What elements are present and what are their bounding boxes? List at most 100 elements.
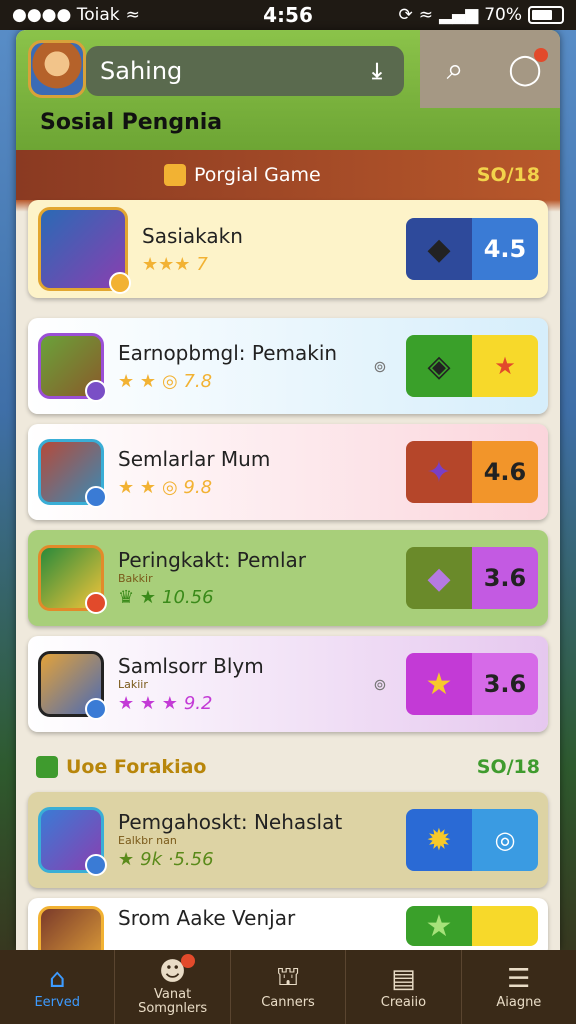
rating-number: 9.2 — [183, 693, 213, 714]
level-badge — [85, 698, 107, 720]
list-item[interactable]: Semlarlar Mum ★ ★ ◎ 9.8 ✦ 4.6 — [28, 424, 548, 520]
battery-icon — [528, 6, 564, 24]
notification-dot — [180, 954, 195, 968]
wifi-icon: ≈ — [125, 5, 140, 25]
star-tile[interactable]: ★ — [472, 335, 538, 397]
list-item[interactable]: Srom Aake Venjar ★ — [28, 898, 548, 950]
sun-icon[interactable]: ✹ — [406, 809, 472, 871]
rating-number: 9k ·5.56 — [140, 849, 214, 870]
list-item[interactable]: Pemgahoskt: Nehaslat Ealkbr nan ★ 9k ·5.5… — [28, 792, 548, 888]
featured-list: Sasiakakn ★★★ 7 ◆ 4.5 — [16, 200, 560, 298]
signal-icon: ▂▄▆ — [438, 5, 479, 25]
pin-icon[interactable]: ⊚ — [368, 675, 392, 694]
profile-avatar[interactable] — [28, 40, 86, 98]
star-icon[interactable]: ★ — [406, 906, 472, 946]
nav-label: Vanat Somgnlers — [138, 987, 208, 1016]
level-badge — [85, 854, 107, 876]
section-header-featured: Porgial Game SO/18 — [16, 150, 560, 200]
nav-label: Canners — [261, 994, 315, 1010]
level-badge — [85, 592, 107, 614]
score-tile[interactable]: 4.6 — [472, 441, 538, 503]
level-badge — [85, 380, 107, 402]
purple-box-icon[interactable]: ◆ — [406, 547, 472, 609]
bottom-nav: ⌂ Eerved ☻ Vanat Somgnlers ⛫ Canners ▤ C… — [0, 950, 576, 1024]
rating-stars: ♛ ★ — [118, 587, 156, 608]
section-label: Uoe Forakiao — [66, 756, 207, 778]
status-bar: ●●●● Toiak ≈ 4:56 ⟳ ≈ ▂▄▆ 70% — [0, 0, 576, 30]
nav-item-home[interactable]: ⌂ Eerved — [0, 950, 116, 1024]
rating-number: ◎ 7.8 — [162, 370, 213, 392]
game-title: Pemgahoskt: Nehaslat — [118, 810, 343, 834]
nav-label: Creaiio — [380, 994, 427, 1010]
nav-item-create[interactable]: ▤ Creaiio — [346, 950, 462, 1024]
action-tiles[interactable]: ★ 3.6 — [406, 653, 538, 715]
list-item[interactable]: Earnopbmgl: Pemakin ★ ★ ◎ 7.8 ⊚ ◈ ★ — [28, 318, 548, 414]
section-label: Porgial Game — [194, 164, 321, 186]
page-title: Sosial Pengnia — [40, 110, 223, 135]
score-tile[interactable]: 4.5 — [472, 218, 538, 280]
rating-stars: ★ ★ — [118, 476, 156, 498]
score-tile[interactable] — [472, 906, 538, 946]
star-box-icon[interactable]: ✦ — [406, 441, 472, 503]
star-icon[interactable]: ★ — [406, 653, 472, 715]
game-thumbnail — [38, 207, 131, 294]
sun-box-icon[interactable]: ◈ — [406, 335, 472, 397]
action-tiles[interactable]: ✹ ◎ — [406, 809, 538, 871]
game-thumbnail — [38, 439, 107, 508]
search-text: Sahing — [100, 57, 183, 85]
nav-item-friends[interactable]: ☻ Vanat Somgnlers — [115, 950, 231, 1024]
nav-label: Eerved — [34, 994, 80, 1010]
rating-number: 7 — [196, 253, 208, 275]
nav-item-more[interactable]: ☰ Aiagne — [462, 950, 576, 1024]
chat-icon[interactable]: ◯ — [506, 48, 548, 88]
action-tiles[interactable]: ◆ 3.6 — [406, 547, 538, 609]
carrier-label: ●●●● Toiak — [12, 5, 120, 25]
pin-icon[interactable]: ⊚ — [368, 357, 392, 376]
rating-stars: ★★★ — [142, 253, 191, 275]
nav-item-games[interactable]: ⛫ Canners — [231, 950, 347, 1024]
search-icon[interactable]: ⌕ — [436, 50, 474, 88]
game-title: Semlarlar Mum — [118, 446, 271, 471]
house-icon: ⛫ — [276, 961, 300, 992]
game-thumbnail — [38, 807, 107, 876]
shield-tile-icon[interactable]: ◎ — [472, 809, 538, 871]
list-item[interactable]: Peringkakt: Pemlar Bakkir ♛ ★ 10.56 ◆ 3.6 — [28, 530, 548, 626]
rating-stars: ★ ★ — [118, 370, 156, 392]
wifi-icon-right: ≈ — [418, 5, 433, 25]
cube-icon — [36, 756, 58, 778]
action-tiles[interactable]: ✦ 4.6 — [406, 441, 538, 503]
game-title: Earnopbmgl: Pemakin — [118, 340, 338, 365]
game-subtitle: Ealkbr nan — [118, 834, 177, 847]
game-title: Sasiakakn — [142, 223, 243, 248]
game-subtitle: Bakkir — [118, 572, 153, 585]
action-tiles[interactable]: ◈ ★ — [406, 335, 538, 397]
game-thumbnail — [38, 545, 107, 614]
list-item[interactable]: Sasiakakn ★★★ 7 ◆ 4.5 — [28, 200, 548, 298]
game-title: Srom Aake Venjar — [118, 906, 296, 930]
section-count: SO/18 — [476, 756, 540, 778]
search-input[interactable]: Sahing ⤓ — [86, 46, 404, 96]
sync-icon: ⟳ — [398, 5, 413, 25]
pink-box-icon[interactable]: ◆ — [406, 218, 472, 280]
list-item[interactable]: Samlsorr Blym Lakiir ★ ★ ★ 9.2 ⊚ ★ 3.6 — [28, 636, 548, 732]
game-thumbnail — [38, 906, 104, 950]
section-header-recent: Uoe Forakiao SO/18 — [16, 742, 560, 792]
download-icon[interactable]: ⤓ — [364, 58, 390, 84]
main-panel: Sahing ⤓ ⌕ ◯ Sosial Pengnia Porgial Game… — [16, 30, 560, 950]
notification-dot — [534, 48, 548, 62]
nav-label: Aiagne — [496, 994, 542, 1010]
action-tiles[interactable]: ★ — [406, 906, 538, 946]
section-count: SO/18 — [476, 164, 540, 186]
level-badge — [85, 486, 107, 508]
menu-icon: ☰ — [507, 963, 531, 994]
header: Sahing ⤓ ⌕ ◯ Sosial Pengnia — [16, 30, 560, 150]
game-title: Samlsorr Blym — [118, 654, 264, 678]
score-tile[interactable]: 3.6 — [472, 653, 538, 715]
level-badge — [109, 272, 131, 294]
rating-number: ◎ 9.8 — [162, 476, 213, 498]
battery-percent: 70% — [484, 5, 522, 25]
score-tile[interactable]: 3.6 — [472, 547, 538, 609]
rating-stars: ★ ★ ★ — [118, 693, 178, 714]
avatar-icon: ☻ — [157, 954, 195, 987]
action-tiles[interactable]: ◆ 4.5 — [406, 218, 538, 280]
